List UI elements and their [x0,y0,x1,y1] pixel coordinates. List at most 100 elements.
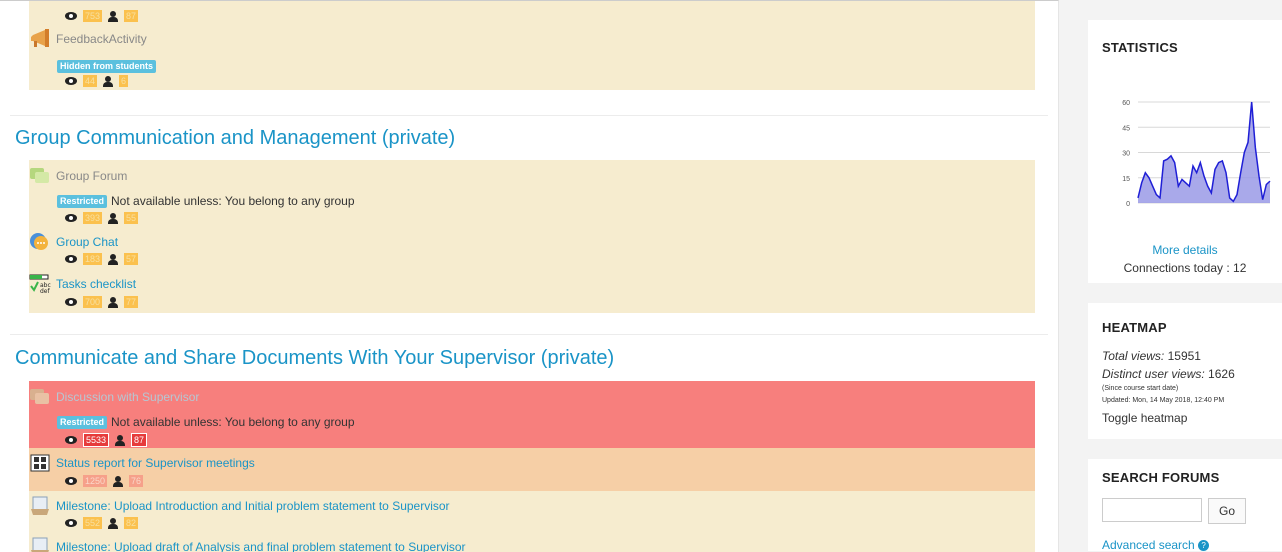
updated-note: Updated: Mon, 14 May 2018, 12:40 PM [1102,397,1225,404]
users-count: 82 [124,517,139,529]
hidden-tag-row: Hidden from students [57,60,160,73]
svg-text:def: def [40,288,51,294]
views-icon [65,255,77,263]
statistics-block: STATISTICS 0 15 30 45 60 More details Connec… [1088,20,1282,283]
advanced-search[interactable]: Advanced search ? [1102,538,1210,552]
activity-stats: 1250 76 [65,475,144,487]
views-count: 183 [83,253,103,265]
views-count: 1250 [83,475,108,487]
total-views-value: 15951 [1167,349,1201,363]
users-count: 57 [124,253,139,265]
hidden-badge: Hidden from students [57,60,157,73]
since-note: (Since course start date) [1102,385,1179,392]
availability-text: Not available unless: You belong to any … [111,194,355,208]
course-content: 753 87 FeedbackActivity Hidden from stud… [0,0,1059,552]
views-count: 393 [83,212,103,224]
y-tick-label: 0 [1126,201,1130,208]
activity-stats: 552 82 [65,517,139,529]
views-icon [65,519,77,527]
activity-stats: 753 87 [65,10,139,22]
activity-name: Tasks checklist [56,277,137,291]
users-count: 55 [124,212,139,224]
activity-stats: 183 57 [65,253,139,265]
views-icon [65,77,77,85]
views-count: 5533 [83,433,110,447]
activity-name: Milestone: Upload draft of Analysis and … [56,540,466,552]
heatmap-block: HEATMAP Total views: 15951 Distinct user… [1088,303,1282,439]
help-icon[interactable]: ? [1198,540,1210,552]
activity-name: Status report for Supervisor meetings [56,456,255,470]
total-views: Total views: 15951 [1102,349,1201,363]
activity-stats: 5533 87 [65,433,148,447]
users-icon [108,517,119,529]
users-icon [108,10,119,22]
availability-info: Restricted Not available unless: You bel… [57,415,355,429]
distinct-views: Distinct user views: 1626 [1102,367,1235,381]
connections-today: Connections today : 12 [1123,261,1247,275]
users-count: 6 [119,75,129,87]
toggle-heatmap-link[interactable]: Toggle heatmap [1102,411,1187,425]
section-title-group[interactable]: Group Communication and Management (priv… [15,127,455,150]
users-count: 87 [131,433,148,447]
more-details-link[interactable]: More details [1088,243,1282,257]
views-icon [65,477,77,485]
checklist-icon: abc def [29,274,51,295]
users-count: 77 [124,296,139,308]
search-forums-input[interactable] [1102,498,1202,522]
activity-stats: 700 77 [65,296,139,308]
y-tick-label: 45 [1122,125,1130,132]
users-icon [113,475,124,487]
megaphone-icon [29,29,51,49]
section-divider [10,334,1048,335]
views-count: 44 [83,75,98,87]
activity-discussion-supervisor[interactable]: Discussion with Supervisor Restricted No… [29,381,1035,448]
upload-icon [29,537,51,552]
activity-name: FeedbackActivity [56,32,147,46]
activity-name: Discussion with Supervisor [56,390,200,404]
top-section-panel: 753 87 FeedbackActivity Hidden from stud… [29,1,1035,90]
advanced-search-link[interactable]: Advanced search [1102,538,1195,552]
views-icon [65,298,77,306]
availability-text: Not available unless: You belong to any … [111,415,355,429]
users-icon [103,75,114,87]
distinct-views-label: Distinct user views: [1102,367,1205,381]
total-views-label: Total views: [1102,349,1165,363]
users-count: 76 [129,475,144,487]
section-title-supervisor[interactable]: Communicate and Share Documents With You… [15,347,614,370]
views-icon [65,436,77,444]
distinct-views-value: 1626 [1208,367,1235,381]
assignment-icon [29,453,51,473]
statistics-chart: 0 15 30 45 60 [1122,100,1271,208]
views-count: 753 [83,10,103,22]
group-section-panel: Group Forum Restricted Not available unl… [29,160,1035,313]
users-icon [108,212,119,224]
activity-stats: 44 6 [65,75,129,87]
activity-name: Group Chat [56,235,119,249]
activity-name: Milestone: Upload Introduction and Initi… [56,499,450,513]
restricted-badge: Restricted [57,415,108,429]
users-icon [108,296,119,308]
y-tick-label: 60 [1122,100,1130,107]
upload-icon [29,496,51,516]
y-tick-label: 30 [1122,151,1130,158]
users-icon [108,253,119,265]
search-forums-block: SEARCH FORUMS Go Advanced search ? [1088,459,1282,552]
block-title: SEARCH FORUMS [1102,470,1220,485]
forum-icon [29,166,51,186]
activity-name: Group Forum [56,169,128,183]
go-button[interactable]: Go [1208,498,1246,524]
users-count: 87 [124,10,139,22]
chat-icon [29,232,51,252]
views-count: 700 [83,296,103,308]
availability-info: Restricted Not available unless: You bel… [57,194,355,208]
activity-status-report[interactable]: Status report for Supervisor meetings 12… [29,448,1035,491]
y-tick-label: 15 [1122,176,1130,183]
section-divider [10,115,1048,116]
views-icon [65,12,77,20]
supervisor-section-panel: Discussion with Supervisor Restricted No… [29,381,1035,552]
views-count: 552 [83,517,103,529]
block-title: STATISTICS [1102,40,1178,55]
users-icon [115,434,126,446]
restricted-badge: Restricted [57,194,108,208]
block-title: HEATMAP [1102,320,1167,335]
